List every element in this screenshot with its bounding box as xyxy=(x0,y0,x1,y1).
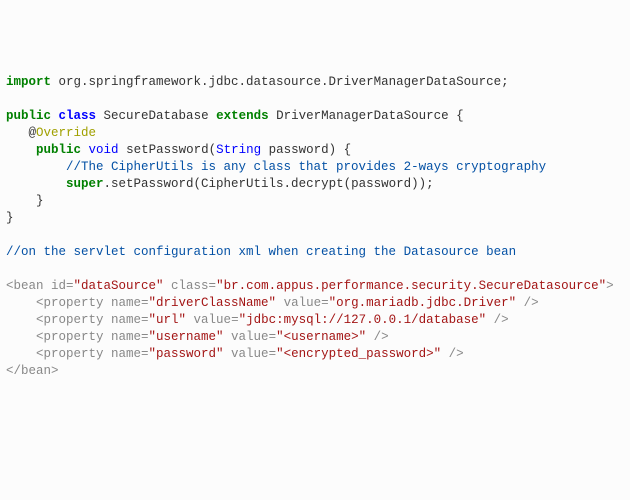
xml-class-attr: class xyxy=(164,279,209,293)
prop-value-url: "jdbc:mysql://127.0.0.1/database" xyxy=(239,313,487,327)
indent xyxy=(6,143,36,157)
class-name: SecureDatabase xyxy=(96,109,216,123)
value-attr: value xyxy=(186,313,231,327)
super-call: .setPassword(CipherUtils.decrypt(passwor… xyxy=(104,177,434,191)
prop-name-username: "username" xyxy=(149,330,224,344)
xml-bean-close: </bean> xyxy=(6,364,59,378)
keyword-public: public xyxy=(36,143,81,157)
prop-name-driver: "driverClassName" xyxy=(149,296,277,310)
method-name: setPassword( xyxy=(119,143,217,157)
xml-property-open: <property name= xyxy=(6,347,149,361)
equals: = xyxy=(209,279,217,293)
xml-id-value: "dataSource" xyxy=(74,279,164,293)
keyword-class: class xyxy=(59,109,97,123)
xml-property-open: <property name= xyxy=(6,330,149,344)
prop-value-username: "<username>" xyxy=(276,330,366,344)
equals: = xyxy=(231,313,239,327)
prop-name-password: "password" xyxy=(149,347,224,361)
indent xyxy=(6,177,66,191)
slash-gt: /> xyxy=(486,313,509,327)
keyword-void: void xyxy=(89,143,119,157)
annotation-at: @ xyxy=(6,126,36,140)
xml-property-open: <property name= xyxy=(6,313,149,327)
import-path: org.springframework.jdbc.datasource.Driv… xyxy=(51,75,509,89)
param-tail: password) { xyxy=(261,143,351,157)
comment-servlet: //on the servlet configuration xml when … xyxy=(6,245,516,259)
value-attr: value xyxy=(276,296,321,310)
slash-gt: /> xyxy=(441,347,464,361)
close-brace: } xyxy=(6,194,44,208)
space xyxy=(51,109,59,123)
equals: = xyxy=(269,347,277,361)
xml-class-value: "br.com.appus.performance.security.Secur… xyxy=(216,279,606,293)
gt: > xyxy=(606,279,614,293)
prop-name-url: "url" xyxy=(149,313,187,327)
slash-gt: /> xyxy=(516,296,539,310)
keyword-import: import xyxy=(6,75,51,89)
prop-value-password: "<encrypted_password>" xyxy=(276,347,441,361)
code-block: import org.springframework.jdbc.datasour… xyxy=(6,74,624,380)
type-string: String xyxy=(216,143,261,157)
annotation-override: Override xyxy=(36,126,96,140)
value-attr: value xyxy=(224,330,269,344)
slash-gt: /> xyxy=(366,330,389,344)
equals: = xyxy=(269,330,277,344)
xml-bean-open: <bean id= xyxy=(6,279,74,293)
equals: = xyxy=(321,296,329,310)
keyword-extends: extends xyxy=(216,109,269,123)
close-brace: } xyxy=(6,211,14,225)
xml-property-open: <property name= xyxy=(6,296,149,310)
prop-value-driver: "org.mariadb.jdbc.Driver" xyxy=(329,296,517,310)
space xyxy=(81,143,89,157)
value-attr: value xyxy=(224,347,269,361)
keyword-public: public xyxy=(6,109,51,123)
extends-name: DriverManagerDataSource { xyxy=(269,109,464,123)
keyword-super: super xyxy=(66,177,104,191)
comment-cipher: //The CipherUtils is any class that prov… xyxy=(6,160,546,174)
